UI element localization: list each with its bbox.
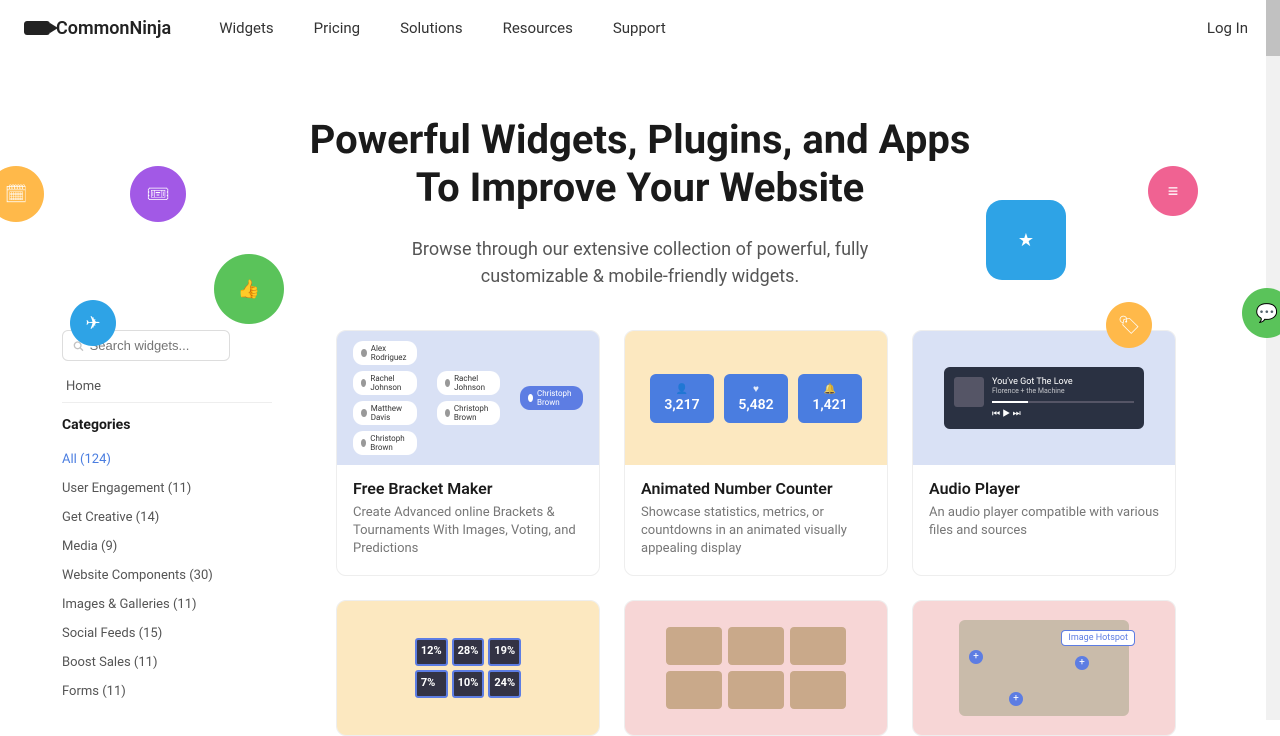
card-number-counter[interactable]: 👤 3,217 ♥ 5,482 🔔 1,421 Animated Number Cou… [624, 330, 888, 576]
track-title: You've Got The Love [992, 377, 1134, 387]
photo-tile [728, 671, 784, 709]
cat-forms[interactable]: Forms (11) [62, 677, 272, 706]
hotspot-label: Image Hotspot [1061, 630, 1135, 646]
search-input[interactable] [90, 338, 219, 353]
bracket-name: Rachel Johnson [454, 374, 492, 392]
card-preview: 👤 3,217 ♥ 5,482 🔔 1,421 [625, 331, 887, 465]
heart-icon: ♥ [736, 384, 776, 395]
sidebar-home[interactable]: Home [62, 371, 272, 403]
progress-bar [992, 401, 1134, 403]
nav-solutions[interactable]: Solutions [400, 19, 463, 37]
counter-value: 5,482 [736, 397, 776, 413]
bracket-name: Christoph Brown [454, 404, 492, 422]
track-artist: Florence + the Machine [992, 387, 1134, 395]
card-photo-gallery[interactable] [624, 600, 888, 736]
nav-resources[interactable]: Resources [503, 19, 573, 37]
hero-subtitle: Browse through our extensive collection … [360, 236, 920, 290]
widgets-grid: Alex Rodriguez Rachel Johnson Matthew Da… [336, 330, 1232, 736]
categories-heading: Categories [62, 417, 272, 433]
bracket-name: Christoph Brown [537, 389, 575, 407]
hero-title-line1: Powerful Widgets, Plugins, and Apps [310, 116, 971, 163]
photo-tile [666, 627, 722, 665]
search-icon [73, 340, 84, 352]
tile-pct: 28% [458, 644, 479, 657]
cat-website-components[interactable]: Website Components (30) [62, 561, 272, 590]
header: CommonNinja Widgets Pricing Solutions Re… [0, 0, 1280, 56]
bell-icon: 🔔 [810, 384, 850, 395]
card-poll-tiles[interactable]: 12% 28% 19% 7% 10% 24% [336, 600, 600, 736]
hero-title-line2: To Improve Your Website [416, 164, 864, 211]
card-title: Free Bracket Maker [353, 479, 583, 498]
photo-tile [790, 671, 846, 709]
photo-tile [666, 671, 722, 709]
photo-tile [728, 627, 784, 665]
bracket-name: Alex Rodriguez [371, 344, 409, 362]
tile-pct: 10% [458, 676, 479, 689]
logo[interactable]: CommonNinja [24, 18, 171, 39]
category-list: All (124) User Engagement (11) Get Creat… [62, 445, 272, 706]
cat-user-engagement[interactable]: User Engagement (11) [62, 474, 272, 503]
nav-pricing[interactable]: Pricing [314, 19, 360, 37]
counter-value: 1,421 [810, 397, 850, 413]
tile-pct: 19% [494, 644, 515, 657]
card-preview: You've Got The Love Florence + the Machi… [913, 331, 1175, 465]
album-cover [954, 377, 984, 407]
cat-images-galleries[interactable]: Images & Galleries (11) [62, 590, 272, 619]
tile-pct: 7% [421, 676, 435, 689]
scrollbar-thumb[interactable] [1266, 0, 1280, 56]
hero-title: Powerful Widgets, Plugins, and Apps To I… [24, 116, 1256, 212]
bracket-name: Rachel Johnson [370, 374, 408, 392]
brand-name: CommonNinja [56, 18, 171, 39]
cat-get-creative[interactable]: Get Creative (14) [62, 503, 272, 532]
list-icon: ≡ [1148, 166, 1198, 216]
tile-pct: 12% [421, 644, 442, 657]
bracket-name: Matthew Davis [371, 404, 409, 422]
card-desc: Create Advanced online Brackets & Tourna… [353, 504, 583, 559]
hotspot-dot: + [1009, 692, 1023, 706]
nav-support[interactable]: Support [613, 19, 666, 37]
cat-media[interactable]: Media (9) [62, 532, 272, 561]
hotspot-dot: + [969, 650, 983, 664]
card-audio-player[interactable]: You've Got The Love Florence + the Machi… [912, 330, 1176, 576]
card-body: Animated Number Counter Showcase statist… [625, 465, 887, 575]
tile-pct: 24% [494, 676, 515, 689]
user-icon: 👤 [662, 384, 702, 395]
card-body: Audio Player An audio player compatible … [913, 465, 1175, 556]
card-title: Animated Number Counter [641, 479, 871, 498]
card-desc: An audio player compatible with various … [929, 504, 1159, 540]
cards-icon: ★ [986, 200, 1066, 280]
player-controls: ⏮ ▶ ⏭ [992, 409, 1134, 419]
card-preview: 12% 28% 19% 7% 10% 24% [337, 601, 599, 735]
hotspot-dot: + [1075, 656, 1089, 670]
login-link[interactable]: Log In [1207, 19, 1248, 37]
card-bracket-maker[interactable]: Alex Rodriguez Rachel Johnson Matthew Da… [336, 330, 600, 576]
main-nav: Widgets Pricing Solutions Resources Supp… [219, 19, 666, 37]
bracket-name: Christoph Brown [370, 434, 409, 452]
logo-icon [24, 21, 50, 35]
thumbs-icon: 👍 [214, 254, 284, 324]
cat-boost-sales[interactable]: Boost Sales (11) [62, 648, 272, 677]
card-image-hotspot[interactable]: Image Hotspot + + + [912, 600, 1176, 736]
card-title: Audio Player [929, 479, 1159, 498]
main-content: Home Categories All (124) User Engagemen… [0, 330, 1280, 736]
nav-widgets[interactable]: Widgets [219, 19, 273, 37]
badge-icon: 🏷 [1106, 302, 1152, 348]
cat-all[interactable]: All (124) [62, 445, 272, 474]
card-preview: Alex Rodriguez Rachel Johnson Matthew Da… [337, 331, 599, 465]
card-body: Free Bracket Maker Create Advanced onlin… [337, 465, 599, 575]
ticket-icon: 🎟 [130, 166, 186, 222]
card-preview [625, 601, 887, 735]
sidebar: Home Categories All (124) User Engagemen… [62, 330, 272, 736]
card-preview: Image Hotspot + + + [913, 601, 1175, 735]
counter-value: 3,217 [662, 397, 702, 413]
photo-tile [790, 627, 846, 665]
card-desc: Showcase statistics, metrics, or countdo… [641, 504, 871, 559]
hero-section: 🗓 🎟 👍 ✈ ★ ≡ 🏷 💬 Powerful Widgets, Plugin… [0, 56, 1280, 330]
cat-social-feeds[interactable]: Social Feeds (15) [62, 619, 272, 648]
